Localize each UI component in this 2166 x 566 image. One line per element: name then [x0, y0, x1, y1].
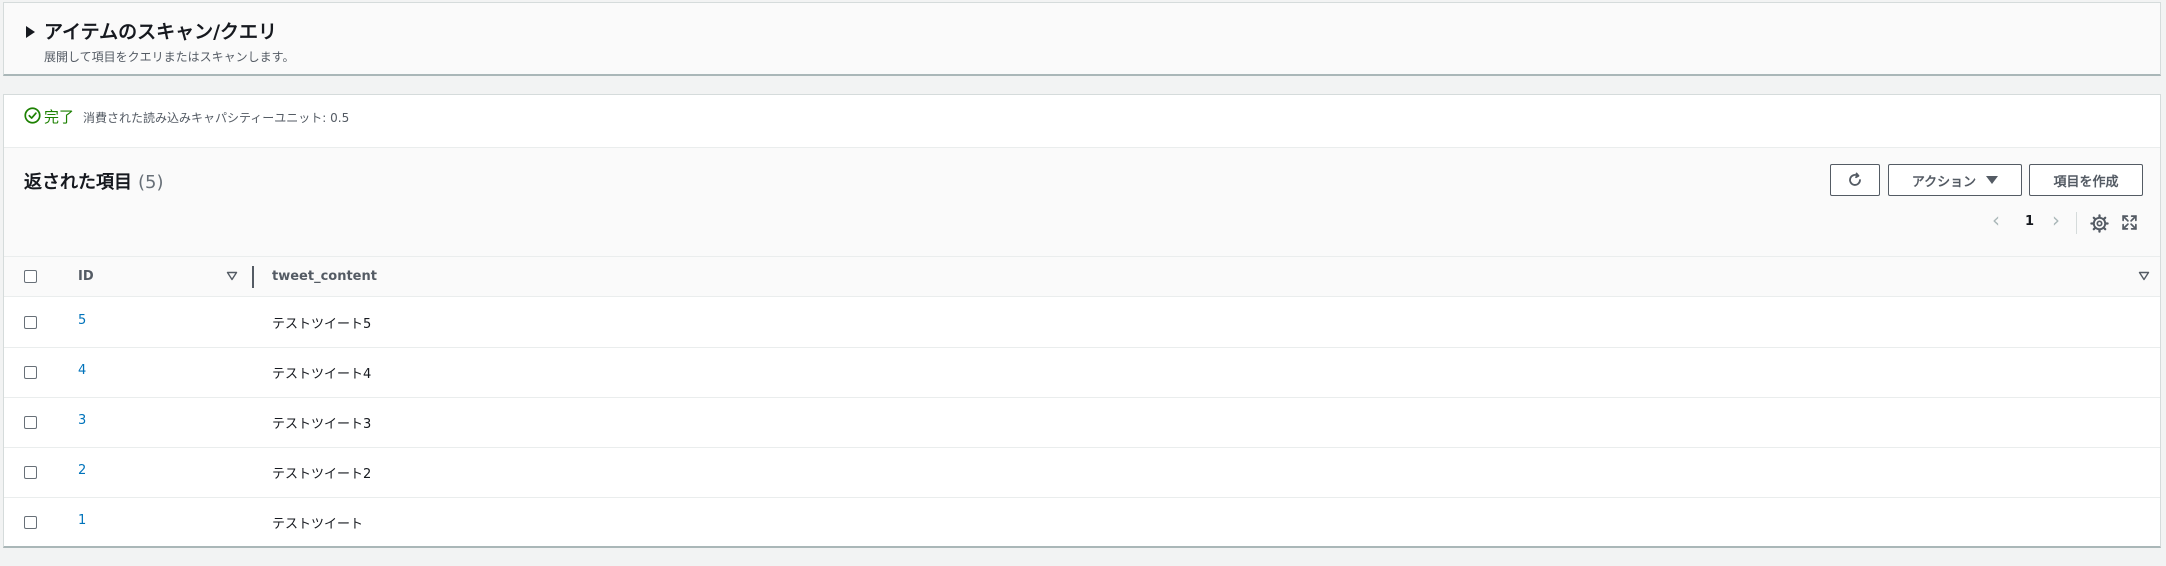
column-resizer[interactable] — [252, 266, 254, 288]
tweet-content-cell: テストツイート — [272, 517, 364, 532]
row-checkbox[interactable] — [24, 516, 37, 529]
current-page-number[interactable]: 1 — [2025, 214, 2034, 238]
refresh-button[interactable] — [1830, 164, 1880, 196]
actions-dropdown-button[interactable]: アクション — [1888, 164, 2022, 196]
create-item-button[interactable]: 項目を作成 — [2029, 164, 2143, 196]
column-header-id[interactable]: ID — [78, 269, 94, 284]
select-all-checkbox[interactable] — [24, 270, 37, 283]
row-checkbox[interactable] — [24, 316, 37, 329]
table-row: 3 テストツイート3 — [4, 397, 2160, 448]
returned-items-count: (5) — [138, 172, 164, 193]
row-checkbox[interactable] — [24, 416, 37, 429]
caret-down-icon — [1986, 176, 1999, 184]
success-check-icon — [24, 107, 41, 124]
capacity-units-text: 消費された読み込みキャパシティーユニット: 0.5 — [83, 111, 350, 125]
status-row: 完了 消費された読み込みキャパシティーユニット: 0.5 — [4, 95, 2160, 148]
next-page-icon[interactable]: › — [2052, 208, 2060, 232]
item-id-link[interactable]: 3 — [78, 413, 86, 428]
returned-items-label: 返された項目 — [24, 172, 132, 193]
item-id-link[interactable]: 1 — [78, 513, 86, 528]
item-id-link[interactable]: 2 — [78, 463, 86, 478]
expand-caret-icon[interactable] — [26, 26, 35, 38]
items-header: 返された項目 (5) アクション 項目を作成 ‹ 1 › — [4, 148, 2160, 257]
tweet-content-cell: テストツイート4 — [272, 367, 372, 382]
sort-tweet-content-icon[interactable] — [2138, 271, 2150, 281]
pager-divider — [2076, 212, 2077, 234]
scan-query-title[interactable]: アイテムのスキャン/クエリ — [44, 17, 277, 44]
column-header-tweet-content[interactable]: tweet_content — [272, 269, 377, 284]
tweet-content-cell: テストツイート3 — [272, 417, 372, 432]
results-panel: 完了 消費された読み込みキャパシティーユニット: 0.5 返された項目 (5) ア… — [3, 94, 2161, 548]
actions-label: アクション — [1911, 174, 1977, 190]
sort-id-icon[interactable] — [226, 271, 238, 281]
refresh-icon — [1849, 172, 1861, 186]
scan-query-description: 展開して項目をクエリまたはスキャンします。 — [44, 50, 295, 64]
table-header: ID tweet_content — [4, 257, 2160, 297]
returned-items-title: 返された項目 (5) — [24, 168, 164, 194]
create-item-label: 項目を作成 — [2053, 174, 2119, 190]
tweet-content-cell: テストツイート5 — [272, 317, 372, 332]
row-checkbox[interactable] — [24, 466, 37, 479]
table-row: 4 テストツイート4 — [4, 347, 2160, 398]
table-row: 1 テストツイート — [4, 497, 2160, 547]
table-row: 2 テストツイート2 — [4, 447, 2160, 498]
item-id-link[interactable]: 4 — [78, 363, 86, 378]
fullscreen-icon[interactable] — [2121, 214, 2138, 231]
tweet-content-cell: テストツイート2 — [272, 467, 372, 482]
item-id-link[interactable]: 5 — [78, 313, 86, 328]
previous-page-icon[interactable]: ‹ — [1992, 208, 2000, 232]
status-label: 完了 — [44, 108, 75, 126]
scan-query-panel: アイテムのスキャン/クエリ 展開して項目をクエリまたはスキャンします。 — [3, 2, 2161, 76]
settings-gear-icon[interactable] — [2090, 214, 2109, 233]
row-checkbox[interactable] — [24, 366, 37, 379]
table-row: 5 テストツイート5 — [4, 297, 2160, 348]
